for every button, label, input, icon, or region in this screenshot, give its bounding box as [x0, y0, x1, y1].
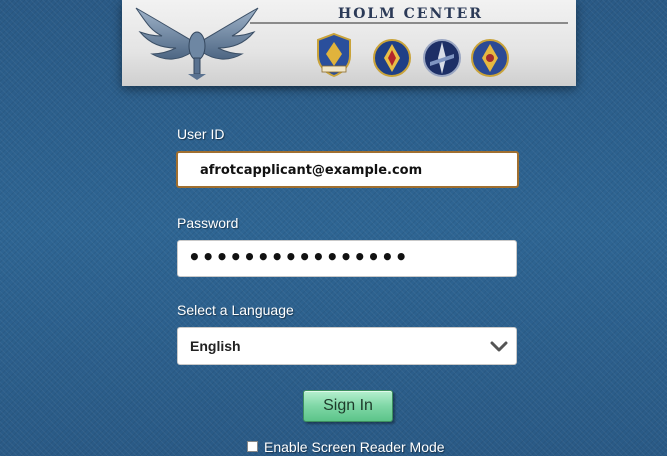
chevron-down-icon [490, 341, 508, 352]
holm-shield-icon [471, 39, 509, 77]
banner-title: HOLM CENTER [338, 6, 483, 22]
header-banner: HOLM CENTER [122, 0, 576, 86]
afrotc-shield-icon [317, 32, 351, 78]
afjrotc-shield-icon [373, 39, 411, 77]
language-label: Select a Language [177, 302, 294, 318]
wings-emblem-icon [135, 7, 259, 80]
user-id-label: User ID [177, 126, 225, 142]
screen-reader-checkbox[interactable] [247, 441, 258, 452]
language-selected-value: English [190, 338, 241, 354]
banner-rule [250, 22, 568, 24]
password-label: Password [177, 215, 239, 231]
screen-reader-label: Enable Screen Reader Mode [264, 439, 445, 455]
password-input[interactable]: •••••••••••••••• [177, 240, 517, 277]
language-select[interactable]: English [177, 327, 517, 365]
sign-in-button[interactable]: Sign In [303, 390, 393, 422]
ots-shield-icon [423, 39, 461, 77]
user-id-input[interactable]: afrotcapplicant@example.com [176, 151, 519, 188]
